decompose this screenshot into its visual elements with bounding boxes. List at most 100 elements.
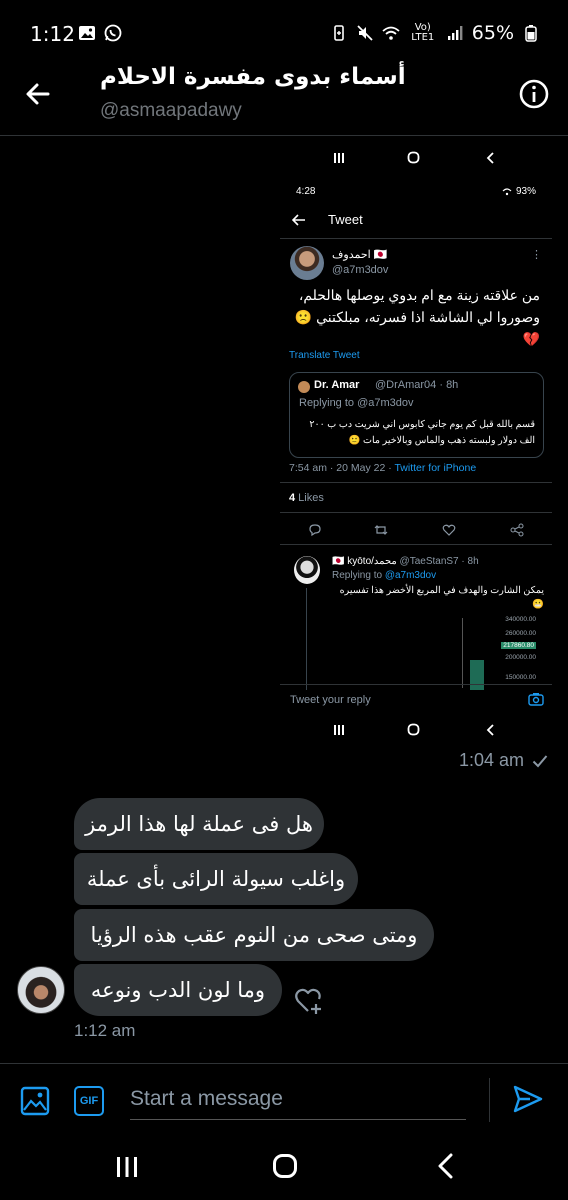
received-timestamp: 1:12 am — [74, 1021, 136, 1040]
camera-icon — [528, 693, 544, 706]
status-left-icons — [78, 24, 122, 42]
replying-prefix: Replying to — [332, 570, 385, 581]
battery-icon — [525, 25, 537, 42]
reply-name: 🇯🇵 kyōto/محمد — [332, 556, 397, 567]
sent-timestamp: 1:04 am — [459, 750, 548, 771]
status-time: 1:12 — [30, 22, 75, 46]
chart-axis — [462, 618, 463, 688]
send-icon[interactable] — [512, 1084, 544, 1114]
replying-mention: @a7m3dov — [384, 570, 437, 581]
tweet-line: من علاقته زينة مع ام بدوي يوصلها هالحلم، — [298, 287, 540, 303]
attached-tweet-header: Tweet — [280, 208, 552, 234]
wifi-icon — [382, 26, 400, 40]
add-reaction-icon[interactable] — [294, 985, 324, 1015]
back-arrow-icon[interactable] — [22, 78, 54, 110]
sender-avatar[interactable] — [17, 966, 65, 1014]
quote-line: قسم بالله قبل كم يوم جاني كابوس اني شريت… — [309, 419, 535, 430]
reply-text: يمكن الشارت والهدف في المربع الأخضر هذا … — [334, 584, 544, 612]
conversation-header: أسماء بدوى مفسرة الاحلام @asmaapadawy — [0, 58, 568, 136]
reply-handle: @TaeStanS7 · 8h — [396, 556, 479, 567]
chart-label: 150000.00 — [505, 674, 536, 681]
reply-line: 😬 — [532, 599, 544, 610]
compose-divider — [489, 1078, 490, 1122]
reply-chart-image: 340000.00 260000.00 217860.80 200000.00 … — [460, 616, 540, 690]
home-icon — [407, 723, 420, 736]
tweet-source: Twitter for iPhone — [394, 462, 477, 474]
tweet-actions — [280, 521, 552, 543]
quote-name: Dr. Amar — [314, 379, 360, 391]
home-icon — [407, 151, 420, 164]
nav-back-icon — [486, 152, 494, 164]
system-navigation — [0, 1135, 568, 1200]
reply-replying: Replying to @a7m3dov — [332, 570, 436, 581]
divider — [280, 512, 552, 513]
message-bubble[interactable]: ومتى صحى من النوم عقب هذه الرؤيا — [74, 909, 434, 961]
chart-label: 340000.00 — [505, 616, 536, 623]
status-right: Vo) LTE1 65% — [330, 22, 540, 44]
quote-avatar — [298, 381, 310, 393]
quoted-tweet: Dr. Amar @DrAmar04 · 8h Replying to @a7m… — [289, 372, 544, 458]
mute-icon — [357, 25, 373, 41]
reply-tweet: 🇯🇵 kyōto/محمد @TaeStanS7 · 8h Replying t… — [280, 550, 552, 690]
retweet-icon — [374, 525, 388, 535]
attached-nav-bottom — [280, 714, 552, 744]
status-bar: 1:12 Vo) LTE1 65% — [0, 0, 568, 66]
back-arrow-icon — [292, 214, 305, 226]
chart-label: 200000.00 — [505, 654, 536, 661]
quote-replying: Replying to @a7m3dov — [299, 397, 414, 409]
nav-back-icon[interactable] — [436, 1153, 456, 1179]
battery-saver-icon — [333, 25, 344, 41]
attached-nav-top — [280, 142, 552, 174]
info-icon[interactable] — [518, 78, 550, 110]
check-icon — [532, 754, 548, 767]
signal-icon — [447, 26, 463, 40]
likes: 4 Likes — [289, 492, 324, 504]
reply-avatar — [294, 556, 320, 584]
chart-label: 260000.00 — [505, 630, 536, 637]
chart-bar — [470, 660, 484, 690]
attached-status-right: 93% — [502, 186, 536, 197]
wifi-icon — [502, 187, 512, 195]
attached-tweet-title: Tweet — [328, 212, 363, 227]
message-bubble[interactable]: هل فى عملة لها هذا الرمز — [74, 798, 324, 850]
message-input[interactable] — [130, 1078, 466, 1120]
recents-icon[interactable] — [115, 1155, 139, 1179]
tweet-line: 💔 — [522, 331, 540, 347]
conversation-title[interactable]: أسماء بدوى مفسرة الاحلام — [100, 64, 406, 90]
reply-placeholder: Tweet your reply — [290, 694, 371, 706]
battery-percent: 65% — [471, 22, 514, 44]
network-label: Vo) LTE1 — [411, 22, 435, 43]
message-bubble[interactable]: وما لون الدب ونوعه — [74, 964, 282, 1016]
author-name: احمدوف 🇯🇵 — [332, 249, 388, 261]
attached-status-bar: 4:28 93% — [280, 182, 552, 202]
tweet-text: من علاقته زينة مع ام بدوي يوصلها هالحلم،… — [285, 284, 540, 350]
sent-time-text: 1:04 am — [458, 750, 524, 770]
compose-bar: GIF — [0, 1063, 568, 1135]
divider — [280, 238, 552, 239]
author-handle: @a7m3dov — [332, 264, 389, 276]
recents-icon — [334, 153, 344, 163]
reply-author: 🇯🇵 kyōto/محمد @TaeStanS7 · 8h — [332, 556, 479, 567]
more-icon: ⋮ — [531, 249, 542, 261]
quote-text: قسم بالله قبل كم يوم جاني كابوس اني شريت… — [297, 417, 535, 449]
reply-icon — [309, 524, 321, 537]
attached-battery: 93% — [515, 186, 536, 197]
conversation-handle[interactable]: @asmaapadawy — [100, 100, 242, 122]
reply-line: يمكن الشارت والهدف في المربع الأخضر هذا … — [339, 585, 544, 596]
tweet-timestamp: 7:54 am · 20 May 22 · — [289, 462, 395, 474]
thread-line — [306, 588, 307, 690]
quote-handle: @DrAmar04 · 8h — [375, 379, 459, 391]
image-attach-icon[interactable] — [20, 1086, 50, 1116]
translate-link: Translate Tweet — [289, 350, 360, 361]
attached-image[interactable]: 4:28 93% Tweet احمدوف 🇯🇵 @a7m3dov ⋮ من ع… — [280, 138, 552, 744]
gif-icon[interactable]: GIF — [74, 1086, 104, 1116]
recents-icon — [334, 725, 344, 735]
image-icon — [79, 26, 95, 40]
nav-back-icon — [486, 724, 494, 736]
attached-status-time: 4:28 — [296, 186, 316, 197]
message-bubble[interactable]: واغلب سيولة الرائى بأى عملة — [74, 853, 358, 905]
home-icon[interactable] — [272, 1153, 298, 1179]
chart-label-highlight: 217860.80 — [501, 642, 536, 649]
divider — [280, 684, 552, 685]
divider — [280, 544, 552, 545]
